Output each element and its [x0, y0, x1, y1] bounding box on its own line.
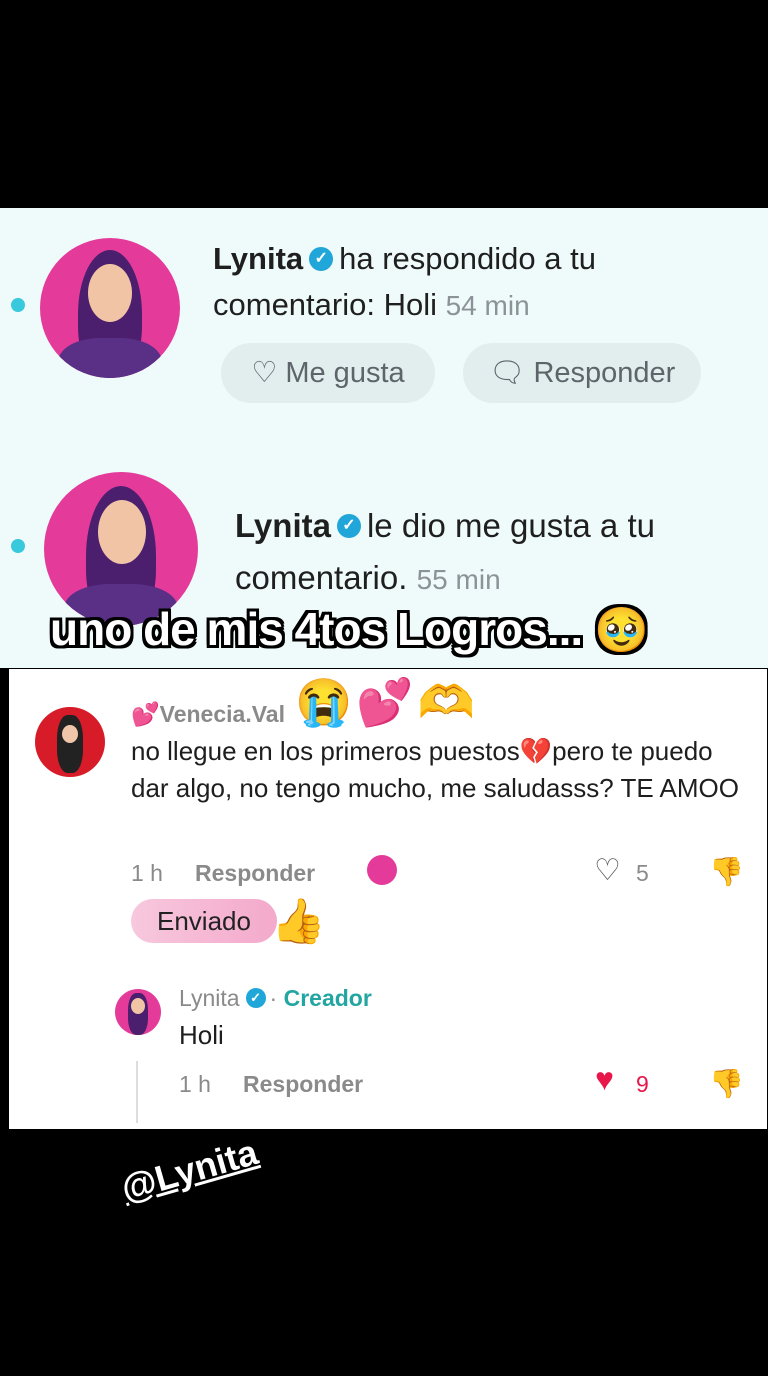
thumbs-down-icon[interactable]: 👎: [709, 1067, 744, 1100]
thumbs-down-icon[interactable]: 👎: [709, 855, 744, 888]
heart-filled-icon[interactable]: ♥: [595, 1061, 614, 1098]
reply-username-text: Lynita: [179, 985, 240, 1011]
comment-reply-button[interactable]: Responder: [195, 860, 315, 887]
comment-like-count: 5: [636, 860, 649, 886]
unread-dot: [11, 298, 25, 312]
avatar[interactable]: [40, 238, 180, 378]
notifications-panel: Lynita ✓ ha respondido a tu comentario: Ho…: [0, 208, 768, 668]
reply-button-label: Responder: [533, 357, 676, 389]
video-caption: uno de mis 4tos Logros... 🥹: [50, 602, 649, 656]
notification-text: Lynita ✓ le dio me gusta a tu comentario. …: [235, 500, 735, 606]
comment-time: 1 h: [131, 860, 163, 886]
avatar[interactable]: [115, 989, 161, 1035]
reply-reply-button[interactable]: Responder: [243, 1071, 363, 1098]
verified-badge-icon: ✓: [245, 987, 266, 1008]
caption-text: uno de mis 4tos Logros...: [50, 603, 583, 655]
sent-sticker-label: Enviado: [157, 906, 251, 936]
notification-username[interactable]: Lynita: [213, 241, 303, 276]
notification-text: Lynita ✓ ha respondido a tu comentario: Ho…: [213, 236, 733, 329]
creator-liked-avatar: [367, 855, 397, 885]
notification-time: 55 min: [416, 564, 501, 595]
reply-button[interactable]: 🗨 Responder: [463, 343, 701, 403]
notification-time: 54 min: [445, 290, 530, 321]
reply-username[interactable]: Lynita ✓ · Creador: [179, 985, 372, 1012]
verified-badge-icon: ✓: [309, 246, 334, 271]
reply-text: Holi: [179, 1020, 224, 1050]
pleading-face-icon: 🥹: [593, 606, 649, 655]
avatar[interactable]: [35, 707, 105, 777]
thumbs-up-icon: 👍: [271, 897, 326, 946]
badge-separator: ·: [269, 985, 278, 1011]
reply-like-count: 9: [636, 1071, 649, 1097]
reply-time: 1 h: [179, 1071, 211, 1097]
emoji-sticker: 😭💕🫶: [295, 676, 479, 728]
comment-text: no llegue en los primeros puestos💔pero t…: [131, 736, 739, 803]
heart-outline-icon[interactable]: ♡: [594, 853, 621, 888]
comment-card: 💕Venecia.Val o 😭💕🫶 no llegue en los prime…: [9, 669, 767, 1129]
speech-bubble-icon: 🗨: [488, 357, 526, 389]
creator-handle: @Lynita: [116, 1131, 263, 1210]
unread-dot: [11, 539, 25, 553]
creator-badge: Creador: [283, 985, 372, 1011]
sent-sticker: Enviado: [131, 899, 277, 943]
like-button[interactable]: ♡ Me gusta: [221, 343, 435, 403]
heart-icon: 💕: [131, 701, 160, 727]
notification-username[interactable]: Lynita: [235, 507, 331, 544]
like-button-label: Me gusta: [285, 357, 405, 389]
thread-line: [136, 1061, 138, 1123]
verified-badge-icon: ✓: [336, 514, 361, 539]
comment-username-text: Venecia.Val: [159, 701, 285, 727]
heart-outline-icon: ♡: [251, 357, 278, 389]
